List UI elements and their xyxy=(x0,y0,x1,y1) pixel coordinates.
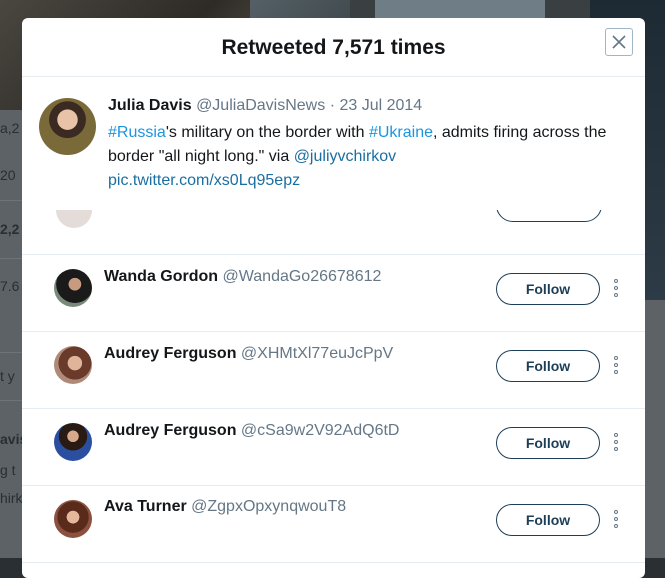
tweet-author-handle[interactable]: @JuliaDavisNews xyxy=(196,97,325,114)
dot xyxy=(614,524,618,528)
dot xyxy=(614,370,618,374)
dot xyxy=(614,279,618,283)
list-item: Audrey Ferguson @XHMtXl77euJcPpV Follow xyxy=(22,332,645,409)
follow-button[interactable]: Follow xyxy=(496,504,600,536)
list-item: Audrey Ferguson @cSa9w2V92AdQ6tD Follow xyxy=(22,409,645,486)
follow-button[interactable]: Follow xyxy=(496,273,600,305)
more-button[interactable] xyxy=(610,354,622,378)
dot xyxy=(614,440,618,444)
list-item: Ava Turner @ZgpxOpxynqwouT8 Follow xyxy=(22,486,645,563)
avatar[interactable] xyxy=(39,98,96,155)
user-header: Ava Turner @ZgpxOpxynqwouT8 xyxy=(104,498,346,516)
modal-header: Retweeted 7,571 times xyxy=(22,18,645,77)
separator: · xyxy=(329,97,336,114)
avatar[interactable] xyxy=(54,423,92,461)
background-text: 20 xyxy=(0,167,16,183)
modal-title: Retweeted 7,571 times xyxy=(221,36,446,59)
user-handle[interactable]: @ZgpxOpxynqwouT8 xyxy=(191,498,346,515)
dot xyxy=(614,293,618,297)
more-button[interactable] xyxy=(610,431,622,455)
more-button[interactable] xyxy=(610,277,622,301)
user-name[interactable]: Audrey Ferguson xyxy=(104,345,236,362)
background-text: avis xyxy=(0,431,22,447)
user-header: Wanda Gordon @WandaGo26678612 xyxy=(104,268,381,286)
list-item xyxy=(22,210,645,255)
tweet-text-segment: 's military on the border with xyxy=(165,124,369,141)
tweet-text: #Russia's military on the border with #U… xyxy=(108,121,628,193)
user-header: Audrey Ferguson @cSa9w2V92AdQ6tD xyxy=(104,422,399,440)
dot xyxy=(614,356,618,360)
background-divider xyxy=(0,400,22,401)
follow-button[interactable]: Follow xyxy=(496,350,600,382)
tweet-header: Julia Davis @JuliaDavisNews · 23 Jul 201… xyxy=(108,97,422,115)
avatar[interactable] xyxy=(54,500,92,538)
background-text: hirk xyxy=(0,490,22,506)
list-item: Wanda Gordon @WandaGo26678612 Follow xyxy=(22,255,645,332)
user-name[interactable]: Audrey Ferguson xyxy=(104,422,236,439)
tweet-date[interactable]: 23 Jul 2014 xyxy=(339,97,422,114)
more-button[interactable] xyxy=(610,508,622,532)
background-column xyxy=(645,300,665,558)
user-handle[interactable]: @XHMtXl77euJcPpV xyxy=(241,345,393,362)
follow-button[interactable]: Follow xyxy=(496,427,600,459)
close-button[interactable] xyxy=(605,28,633,56)
avatar[interactable] xyxy=(56,210,92,228)
background-divider xyxy=(0,352,22,353)
user-name[interactable]: Wanda Gordon xyxy=(104,268,218,285)
user-handle[interactable]: @WandaGo26678612 xyxy=(223,268,382,285)
dot xyxy=(614,433,618,437)
background-text: a,2 xyxy=(0,120,20,136)
avatar[interactable] xyxy=(54,346,92,384)
tweet-author-name[interactable]: Julia Davis xyxy=(108,97,192,114)
background-divider xyxy=(0,258,22,259)
user-handle[interactable]: @cSa9w2V92AdQ6tD xyxy=(241,422,400,439)
original-tweet: Julia Davis @JuliaDavisNews · 23 Jul 201… xyxy=(22,77,645,197)
media-link[interactable]: pic.twitter.com/xs0Lq95epz xyxy=(108,172,300,189)
mention-link[interactable]: @juliyvchirkov xyxy=(294,148,396,165)
user-header: Audrey Ferguson @XHMtXl77euJcPpV xyxy=(104,345,393,363)
dot xyxy=(614,517,618,521)
background-text: g t xyxy=(0,462,16,478)
dot xyxy=(614,510,618,514)
background-text: 7.6 xyxy=(0,278,20,294)
dot xyxy=(614,363,618,367)
background-photo xyxy=(375,0,545,18)
dot xyxy=(614,286,618,290)
dot xyxy=(614,447,618,451)
close-icon xyxy=(612,35,626,49)
avatar[interactable] xyxy=(54,269,92,307)
background-divider xyxy=(0,200,22,201)
follow-button[interactable] xyxy=(496,210,602,222)
user-name[interactable]: Ava Turner xyxy=(104,498,187,515)
retweets-modal: Retweeted 7,571 times Julia Davis @Julia… xyxy=(22,18,645,578)
background-text: 2,2 xyxy=(0,221,20,237)
hashtag-link[interactable]: #Russia xyxy=(108,124,166,141)
background-text: t y xyxy=(0,368,15,384)
hashtag-link[interactable]: #Ukraine xyxy=(369,124,433,141)
